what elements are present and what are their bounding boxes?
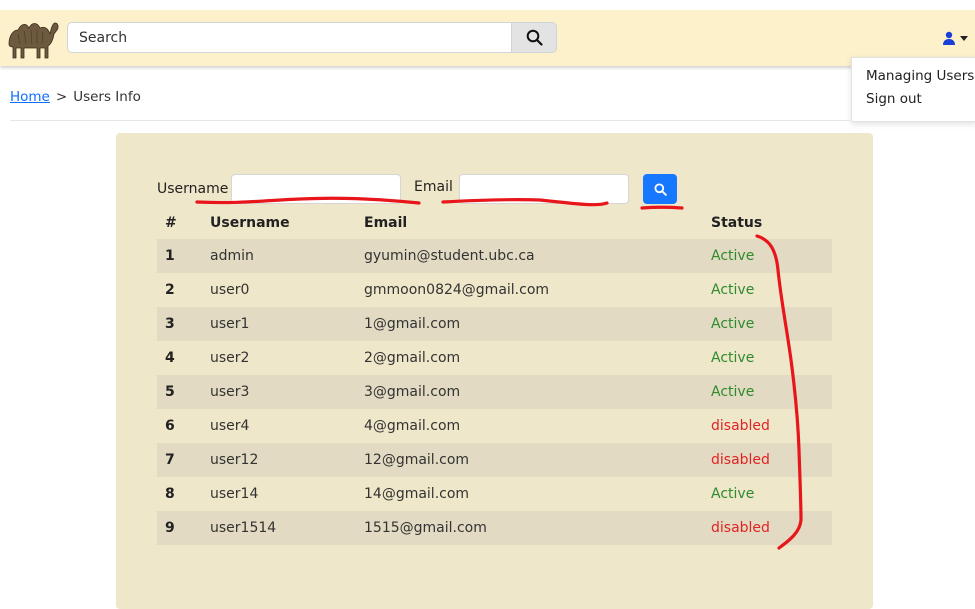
user-menu-toggle[interactable] (942, 28, 972, 48)
cell-username: user2 (210, 350, 250, 366)
email-filter-label: Email (414, 179, 453, 195)
breadcrumb-home-link[interactable]: Home (10, 89, 50, 105)
search-button[interactable] (511, 22, 557, 53)
cell-status: disabled (711, 418, 770, 434)
table-row[interactable]: 4 user2 2@gmail.com Active (157, 341, 832, 375)
cell-username: admin (202, 239, 356, 273)
users-table: # Username Email Status 1 admin gyumin@s… (157, 206, 832, 545)
cell-username: user3 (202, 375, 356, 409)
cell-number: 8 (165, 486, 175, 502)
cell-status: Active (711, 350, 755, 366)
column-header-status: Status (711, 214, 763, 231)
email-filter-input[interactable] (459, 174, 629, 204)
cell-number: 3 (157, 307, 202, 341)
cell-email: gmmoon0824@gmail.com (364, 282, 550, 298)
cell-email: 3@gmail.com (356, 375, 703, 409)
breadcrumb-separator: > (55, 89, 68, 105)
menu-item-sign-out[interactable]: Sign out (852, 88, 975, 111)
cell-username: user12 (202, 443, 356, 477)
cell-email: 1@gmail.com (356, 307, 703, 341)
chevron-down-icon (960, 35, 968, 41)
breadcrumb: Home > Users Info (10, 89, 141, 105)
cell-number: 2 (165, 282, 175, 298)
cell-number: 1 (157, 239, 202, 273)
cell-email: 2@gmail.com (364, 350, 461, 366)
cell-email: gyumin@student.ubc.ca (356, 239, 703, 273)
column-header-email: Email (364, 214, 408, 231)
cell-username: user1514 (202, 511, 356, 545)
cell-number: 5 (157, 375, 202, 409)
search-icon (526, 29, 543, 46)
username-filter-input[interactable] (231, 174, 401, 204)
cell-number: 6 (165, 418, 175, 434)
user-icon (943, 31, 955, 45)
table-header-row: # Username Email Status (157, 206, 832, 239)
divider (10, 120, 850, 121)
cell-number: 9 (157, 511, 202, 545)
user-dropdown-menu: Managing Users Sign out (851, 57, 975, 122)
top-navbar (0, 10, 975, 66)
table-row[interactable]: 1 admin gyumin@student.ubc.ca Active (157, 239, 832, 273)
cell-status: Active (703, 307, 832, 341)
cell-status: disabled (703, 443, 832, 477)
menu-item-managing-users[interactable]: Managing Users (852, 65, 975, 88)
cell-email: 1515@gmail.com (356, 511, 703, 545)
table-row[interactable]: 9 user1514 1515@gmail.com disabled (157, 511, 832, 545)
breadcrumb-current: Users Info (73, 89, 141, 105)
username-filter-label: Username (157, 181, 229, 197)
cell-username: user4 (210, 418, 250, 434)
table-row[interactable]: 7 user12 12@gmail.com disabled (157, 443, 832, 477)
cell-username: user1 (202, 307, 356, 341)
cell-status: Active (703, 239, 832, 273)
cell-username: user14 (210, 486, 259, 502)
cell-status: Active (711, 486, 755, 502)
cell-status: Active (703, 375, 832, 409)
search-input[interactable] (67, 22, 511, 53)
search-icon (654, 183, 667, 196)
cell-status: disabled (703, 511, 832, 545)
cell-email: 14@gmail.com (364, 486, 470, 502)
table-row[interactable]: 6 user4 4@gmail.com disabled (157, 409, 832, 443)
column-header-number: # (165, 214, 177, 231)
cell-email: 12@gmail.com (356, 443, 703, 477)
cell-number: 4 (165, 350, 175, 366)
table-row[interactable]: 8 user14 14@gmail.com Active (157, 477, 832, 511)
camel-logo-icon[interactable] (4, 14, 60, 62)
cell-email: 4@gmail.com (364, 418, 461, 434)
column-header-username: Username (210, 214, 290, 231)
filter-search-button[interactable] (643, 174, 677, 204)
cell-username: user0 (210, 282, 250, 298)
cell-number: 7 (157, 443, 202, 477)
cell-status: Active (711, 282, 755, 298)
table-row[interactable]: 3 user1 1@gmail.com Active (157, 307, 832, 341)
table-row[interactable]: 2 user0 gmmoon0824@gmail.com Active (157, 273, 832, 307)
table-row[interactable]: 5 user3 3@gmail.com Active (157, 375, 832, 409)
